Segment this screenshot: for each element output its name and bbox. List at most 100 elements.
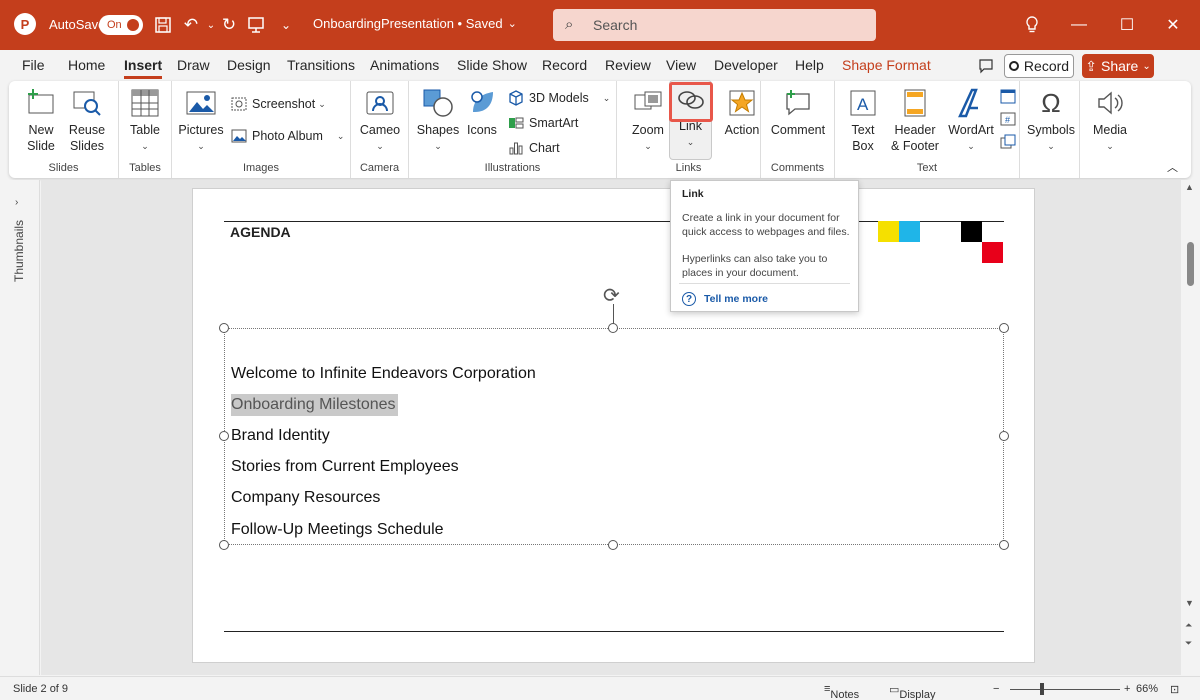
next-slide-icon[interactable]: ⏷ (1185, 638, 1192, 649)
zoom-in-icon[interactable]: + (1124, 683, 1130, 695)
notes-button[interactable]: ≡ Notes (824, 683, 859, 700)
chart-button[interactable]: Chart (507, 139, 560, 157)
resize-handle[interactable] (219, 540, 229, 550)
scroll-down-icon[interactable]: ▼ (1185, 598, 1194, 608)
tab-file[interactable]: File (22, 57, 45, 73)
bottom-rule (224, 631, 1004, 632)
reuse-slides-button[interactable]: Reuse Slides (65, 87, 109, 154)
resize-handle[interactable] (999, 431, 1009, 441)
agenda-item-selected[interactable]: Onboarding Milestones (231, 394, 398, 416)
undo-icon[interactable]: ↶ (180, 14, 202, 36)
tab-design[interactable]: Design (227, 57, 271, 73)
chevron-down-icon: ⌄ (1142, 60, 1151, 72)
display-settings-button[interactable]: ▭ Display Settings (889, 683, 935, 700)
resize-handle[interactable] (999, 323, 1009, 333)
tab-animations[interactable]: Animations (370, 57, 439, 73)
maximize-button[interactable]: ☐ (1104, 10, 1150, 40)
cameo-button[interactable]: Cameo ⌄ (359, 87, 401, 154)
tab-record[interactable]: Record (542, 57, 587, 73)
scroll-up-icon[interactable]: ▲ (1185, 182, 1194, 192)
tooltip-title: Link (682, 188, 704, 200)
omega-icon: Ω (1041, 88, 1061, 118)
agenda-item[interactable]: Follow-Up Meetings Schedule (231, 521, 444, 539)
action-button[interactable]: Action (725, 87, 759, 138)
document-title[interactable]: OnboardingPresentation • Saved ⌄ (313, 16, 517, 31)
tab-insert[interactable]: Insert (124, 57, 163, 79)
zoom-slider-thumb[interactable] (1040, 683, 1044, 695)
help-icon: ? (682, 292, 696, 306)
lightbulb-icon[interactable] (1009, 10, 1055, 40)
resize-handle[interactable] (608, 323, 618, 333)
text-box-button[interactable]: A Text Box (845, 87, 881, 154)
agenda-item[interactable]: Company Resources (231, 489, 380, 507)
slide-number-button[interactable]: # (999, 110, 1021, 128)
search-box[interactable]: ⌕ Search (553, 9, 876, 41)
save-icon[interactable] (152, 14, 174, 36)
resize-handle[interactable] (999, 540, 1009, 550)
3d-models-button[interactable]: 3D Models ⌄ (507, 89, 610, 107)
zoom-out-icon[interactable]: − (993, 683, 999, 695)
comments-icon[interactable] (975, 54, 997, 78)
redo-icon[interactable]: ↻ (218, 14, 240, 36)
rotate-handle-icon[interactable]: ⟳ (603, 283, 620, 308)
zoom-button[interactable]: Zoom ⌄ (629, 87, 667, 154)
share-button[interactable]: ⇪ Share ⌄ (1082, 54, 1154, 78)
agenda-item[interactable]: Welcome to Infinite Endeavors Corporatio… (231, 365, 536, 383)
group-label-slides: Slides (48, 162, 79, 174)
pictures-button[interactable]: Pictures ⌄ (178, 87, 224, 154)
tab-view[interactable]: View (666, 57, 696, 73)
zoom-slider[interactable] (1010, 689, 1120, 690)
cameo-label: Cameo (359, 123, 401, 137)
media-button[interactable]: Media ⌄ (1090, 87, 1130, 154)
menu-tabs: File Home Insert Draw Design Transitions… (0, 50, 1200, 80)
photo-album-button[interactable]: Photo Album ⌄ (230, 127, 344, 145)
thumbnails-label[interactable]: Thumbnails (12, 220, 26, 282)
resize-handle[interactable] (608, 540, 618, 550)
group-illustrations: Shapes ⌄ Icons 3D Models ⌄ SmartArt Char… (409, 81, 617, 178)
resize-handle[interactable] (219, 323, 229, 333)
smartart-button[interactable]: SmartArt (507, 114, 578, 132)
screenshot-button[interactable]: Screenshot ⌄ (230, 95, 326, 113)
agenda-item[interactable]: Stories from Current Employees (231, 458, 459, 476)
tab-developer[interactable]: Developer (714, 57, 778, 73)
wordart-button[interactable]: WordArt ⌄ (947, 87, 995, 154)
close-button[interactable]: ✕ (1150, 10, 1196, 40)
agenda-text-box[interactable] (224, 328, 1004, 545)
shapes-icon (422, 87, 454, 119)
header-footer-icon (899, 87, 931, 119)
collapse-ribbon-icon[interactable]: ︿ (1167, 159, 1178, 175)
resize-handle[interactable] (219, 431, 229, 441)
autosave-toggle[interactable]: On (99, 15, 143, 35)
comment-button[interactable]: Comment (769, 87, 827, 138)
tab-shape-format[interactable]: Shape Format (842, 57, 931, 73)
tab-review[interactable]: Review (605, 57, 651, 73)
tab-draw[interactable]: Draw (177, 57, 210, 73)
tell-me-more-link[interactable]: ? Tell me more (682, 292, 768, 306)
zoom-level[interactable]: 66% (1136, 683, 1158, 695)
present-icon[interactable] (245, 14, 267, 36)
customize-toolbar-icon[interactable]: ⌄ (275, 14, 297, 36)
tab-slide-show[interactable]: Slide Show (457, 57, 527, 73)
chevron-right-icon[interactable]: › (15, 197, 18, 208)
scrollbar-thumb[interactable] (1187, 242, 1194, 286)
object-button[interactable] (999, 133, 1021, 151)
table-button[interactable]: Table ⌄ (125, 87, 165, 154)
tab-transitions[interactable]: Transitions (287, 57, 355, 73)
icons-button[interactable]: Icons (463, 87, 501, 138)
tab-home[interactable]: Home (68, 57, 105, 73)
minimize-button[interactable]: — (1056, 10, 1102, 40)
slide-heading[interactable]: AGENDA (230, 224, 291, 240)
new-slide-button[interactable]: New Slide (19, 87, 63, 154)
fit-slide-icon[interactable]: ⊡ (1170, 683, 1179, 696)
shapes-button[interactable]: Shapes ⌄ (417, 87, 459, 154)
record-button[interactable]: Record (1004, 54, 1074, 78)
previous-slide-icon[interactable]: ⏶ (1185, 620, 1192, 631)
symbols-button[interactable]: Ω Symbols ⌄ (1026, 87, 1076, 154)
date-time-button[interactable] (999, 87, 1021, 105)
symbols-label: Symbols (1027, 123, 1075, 137)
comment-icon (782, 87, 814, 119)
agenda-item[interactable]: Brand Identity (231, 427, 330, 445)
yellow-square (878, 221, 899, 242)
tab-help[interactable]: Help (795, 57, 824, 73)
header-footer-button[interactable]: Header & Footer (889, 87, 941, 154)
